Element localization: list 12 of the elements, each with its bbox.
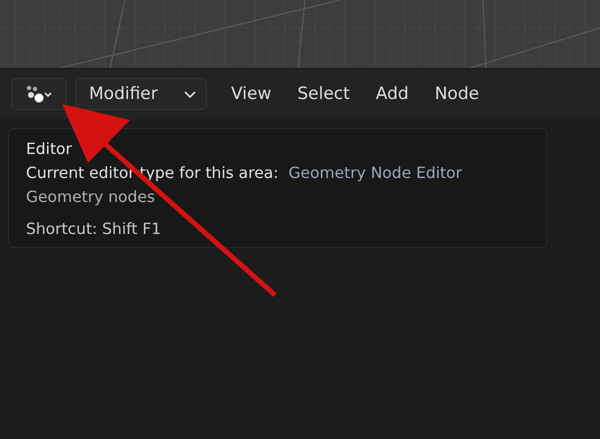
menu-item[interactable]: Select <box>295 84 352 104</box>
shortcut-text: Shortcut: Shift F1 <box>26 219 162 240</box>
tooltip-title: Editor <box>26 139 72 160</box>
menu-item[interactable]: Add <box>374 84 411 104</box>
editor-type-button[interactable] <box>11 78 67 110</box>
nodes-icon <box>25 84 53 104</box>
editor-type-value: Geometry Node Editor <box>288 163 462 184</box>
menu-item[interactable]: Node <box>432 84 482 104</box>
menu-item[interactable]: View <box>229 84 274 104</box>
tooltip-subtitle: Geometry nodes <box>26 187 155 208</box>
chevron-down-icon <box>184 89 196 99</box>
mode-dropdown[interactable]: Modifier <box>75 78 207 110</box>
